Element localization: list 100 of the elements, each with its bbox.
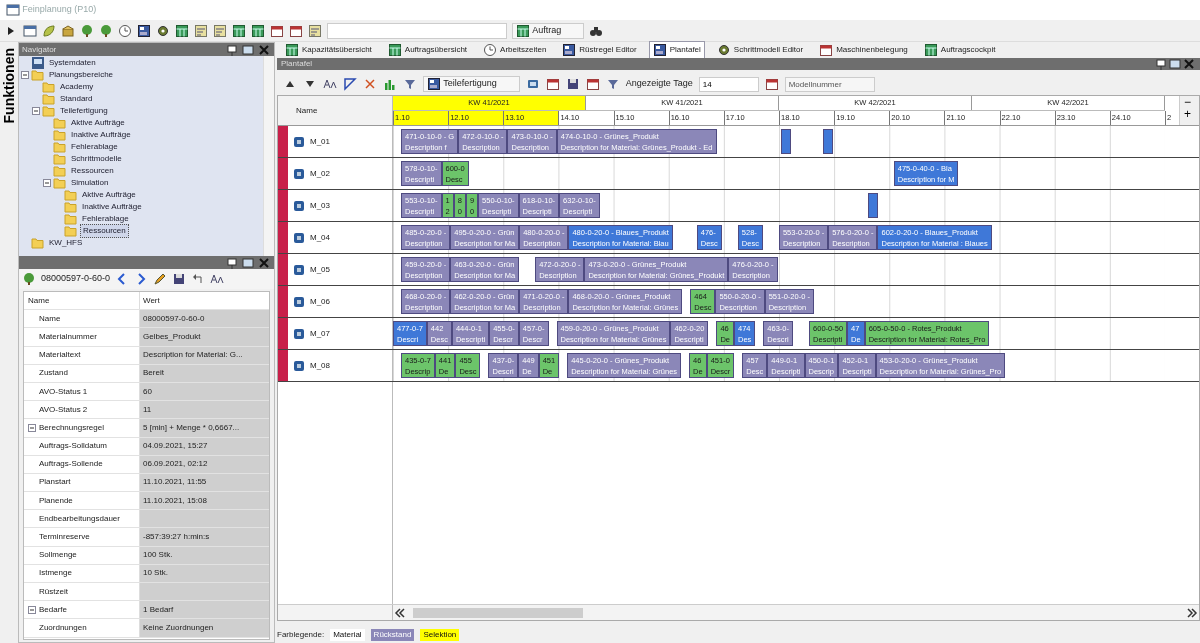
pin-icon[interactable] [1154, 57, 1168, 71]
status-strip [278, 286, 288, 317]
clock-icon [483, 43, 498, 57]
pin-icon[interactable] [225, 42, 239, 57]
close-icon[interactable] [257, 42, 271, 57]
tab[interactable]: Auftragscockpit [919, 41, 1000, 59]
filter-icon[interactable] [605, 77, 620, 91]
tree-item[interactable]: Academy [58, 81, 96, 93]
restore-icon[interactable] [241, 42, 255, 57]
folder-icon [42, 92, 56, 106]
bar-chart-icon[interactable] [383, 77, 397, 91]
pin-icon[interactable] [225, 255, 239, 270]
property-value: 08000597-0-60-0 [143, 312, 205, 325]
folder-icon [64, 212, 78, 226]
schedule-icon[interactable] [194, 23, 208, 38]
font-icon[interactable] [323, 77, 337, 91]
system-icon [31, 56, 45, 70]
tree-item[interactable]: Inaktive Aufträge [69, 129, 133, 141]
tree-item[interactable]: Standard [58, 93, 95, 105]
property-name: Zuordnungen [39, 621, 87, 634]
box-icon[interactable] [61, 23, 75, 38]
grid-icon[interactable] [175, 23, 189, 38]
task-bar[interactable] [780, 129, 791, 154]
filter-icon[interactable] [403, 77, 417, 91]
collapse-icon[interactable] [28, 605, 36, 614]
tree-item[interactable]: Ressourcen [80, 224, 129, 238]
tree-icon[interactable] [99, 23, 113, 38]
property-name: Materialnummer [39, 330, 97, 343]
property-name: Terminreserve [39, 531, 90, 544]
input-field[interactable] [327, 22, 507, 39]
tree-item[interactable]: KW_HFS [47, 237, 85, 249]
calendar-icon[interactable] [545, 77, 560, 91]
tree-item[interactable]: Fehlerablage [69, 141, 120, 153]
board-icon [427, 77, 441, 91]
double-right-icon[interactable] [1185, 605, 1199, 620]
tab[interactable]: Kapazitätsübersicht [281, 41, 376, 59]
days-field[interactable]: 14 [698, 76, 759, 92]
resource-name: M_06 [310, 295, 330, 308]
legend-item: Rückstand [370, 629, 415, 641]
tree-item[interactable]: Schrittmodelle [69, 153, 124, 165]
board-icon[interactable] [137, 23, 151, 38]
tree-item[interactable]: Fehlerablage [80, 213, 131, 225]
zoom-button[interactable]: + [1180, 108, 1195, 120]
resource-name: M_08 [310, 359, 330, 372]
tab[interactable]: Rüstregel Editor [558, 41, 641, 59]
tree-icon[interactable] [80, 23, 94, 38]
tree-item[interactable]: Inaktive Aufträge [80, 201, 144, 213]
clock-icon[interactable] [118, 23, 132, 38]
tab[interactable]: Plantafel [648, 41, 705, 59]
tree-item[interactable]: Ressourcen [69, 165, 116, 177]
object-id: 08000597-0-60-0 [41, 272, 111, 286]
tree-item[interactable]: Simulation [69, 177, 111, 189]
area-dropdown[interactable]: Teilefertigung [423, 76, 520, 92]
collapse-icon[interactable] [43, 179, 51, 187]
grid-icon [923, 43, 938, 57]
collapse-icon[interactable] [32, 107, 40, 115]
tree-item[interactable]: Teilefertigung [58, 105, 110, 117]
pencil-icon[interactable] [153, 272, 168, 286]
leaf-icon[interactable] [42, 23, 56, 38]
grid-icon [516, 23, 530, 38]
grid-icon[interactable] [251, 23, 265, 38]
calendar-icon[interactable] [764, 77, 779, 91]
tree-item[interactable]: Aktive Aufträge [69, 117, 127, 129]
close-icon[interactable] [1182, 57, 1196, 71]
property-value: 10 Stk. [143, 567, 168, 580]
tree-item[interactable]: Planungsbereiche [47, 69, 116, 81]
collapse-icon[interactable] [21, 71, 29, 79]
property-value: 1 Bedarf [143, 603, 174, 616]
double-left-icon[interactable] [393, 605, 407, 620]
zoom-button[interactable]: − [1180, 96, 1195, 108]
tree-item[interactable]: Aktive Aufträge [80, 189, 138, 201]
save-icon[interactable] [565, 77, 580, 91]
save-icon[interactable] [172, 272, 187, 286]
font-icon[interactable] [210, 272, 225, 286]
tab[interactable]: Arbeitszeiten [479, 41, 551, 59]
tab[interactable]: Schrittmodell Editor [712, 41, 808, 59]
tree-item[interactable]: Systemdaten [47, 57, 98, 69]
schedule-icon[interactable] [213, 23, 227, 38]
window-icon[interactable] [23, 23, 37, 38]
collapse-icon[interactable] [28, 423, 36, 432]
restore-icon[interactable] [1168, 57, 1182, 71]
calendar-icon[interactable] [585, 77, 600, 91]
close-icon[interactable] [257, 255, 271, 270]
scrollbar-thumb[interactable] [413, 607, 583, 618]
order-dropdown[interactable]: Auftrag [512, 22, 585, 39]
restore-icon[interactable] [241, 255, 255, 270]
scrollbar[interactable] [263, 56, 274, 256]
side-panel-label[interactable]: Funktionen [0, 48, 20, 124]
folder-icon [64, 200, 78, 214]
task-bar[interactable] [867, 193, 878, 218]
tab[interactable]: Auftragsübersicht [383, 41, 472, 59]
resource-name: M_02 [310, 167, 330, 180]
calendar-icon[interactable] [289, 23, 303, 38]
task-bar[interactable] [822, 129, 833, 154]
schedule-icon[interactable] [308, 23, 322, 38]
legend-item: Selektion [420, 629, 460, 641]
model-field[interactable]: Modellnummer [784, 76, 875, 92]
grid-icon[interactable] [232, 23, 246, 38]
calendar-icon[interactable] [270, 23, 284, 38]
tab[interactable]: Maschinenbelegung [815, 41, 912, 59]
